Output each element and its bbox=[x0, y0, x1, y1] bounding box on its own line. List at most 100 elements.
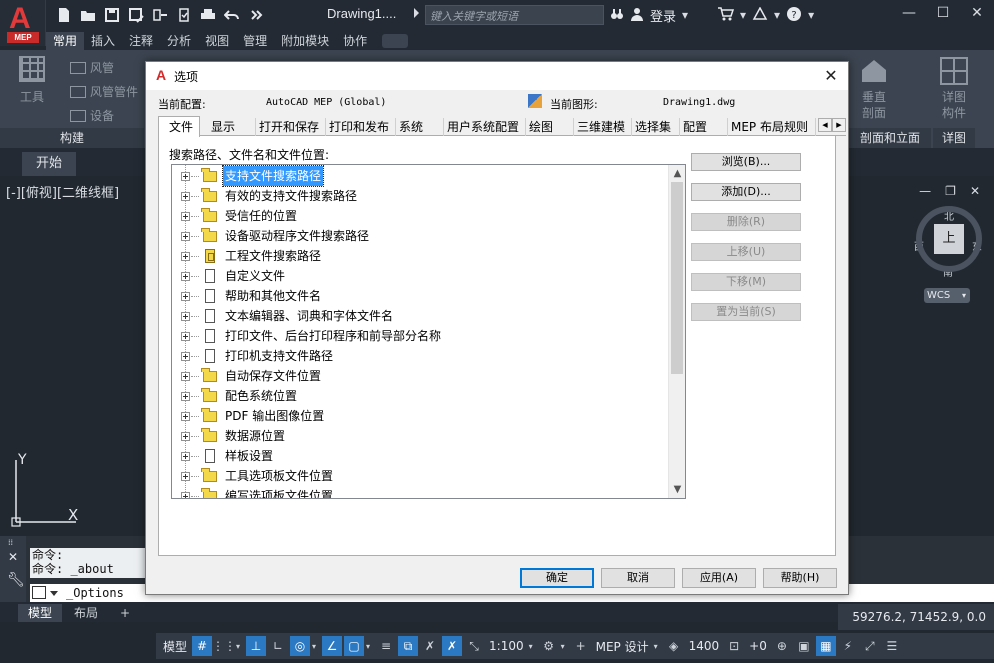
elevation-value[interactable]: 1400 bbox=[686, 639, 723, 653]
transparency-icon[interactable]: ⧉ bbox=[398, 636, 419, 656]
viewport-controls-label[interactable]: [-][俯视][二维线框] bbox=[6, 182, 119, 201]
add-layout-button[interactable]: + bbox=[110, 604, 140, 622]
tab-drafting[interactable]: 绘图 bbox=[526, 118, 574, 136]
save-icon[interactable] bbox=[102, 5, 122, 25]
snap-mode-icon[interactable]: ⋮⋮ bbox=[212, 636, 236, 656]
set-current-button[interactable]: 置为当前(S) bbox=[691, 303, 801, 321]
tree-item[interactable]: 工具选项板文件位置 bbox=[172, 466, 670, 486]
move-down-button[interactable]: 下移(M) bbox=[691, 273, 801, 291]
expand-plus-icon[interactable] bbox=[181, 292, 190, 301]
tab-selection[interactable]: 选择集 bbox=[632, 118, 680, 136]
tab-profiles[interactable]: 配置 bbox=[680, 118, 728, 136]
expand-plus-icon[interactable] bbox=[181, 272, 190, 281]
ok-button[interactable]: 确定 bbox=[520, 568, 594, 588]
scale-dropdown-icon[interactable]: ▾ bbox=[529, 642, 537, 651]
customize-wrench-icon[interactable]: 🔧︎ bbox=[7, 572, 25, 588]
tab-display[interactable]: 显示 bbox=[208, 118, 256, 136]
minimize-icon[interactable]: — bbox=[900, 4, 918, 22]
ribbon-tab-annotate[interactable]: 注释 bbox=[122, 32, 160, 50]
scroll-thumb[interactable] bbox=[671, 182, 683, 374]
lineweight-icon[interactable]: ≡ bbox=[376, 636, 396, 656]
tab-scroll-left-icon[interactable]: ◀ bbox=[818, 118, 832, 132]
plot-icon[interactable] bbox=[198, 5, 218, 25]
ortho-icon[interactable]: ∟ bbox=[268, 636, 288, 656]
polar-dropdown-icon[interactable]: ▾ bbox=[312, 642, 320, 651]
search-input[interactable]: 键入关键字或短语 bbox=[425, 5, 604, 25]
workspace-switch-dropdown-icon[interactable]: ▾ bbox=[654, 642, 662, 651]
connect-icon[interactable] bbox=[752, 5, 768, 24]
tree-item[interactable]: 自定义文件 bbox=[172, 266, 670, 286]
dialog-close-button[interactable]: ✕ bbox=[820, 65, 842, 87]
duct-button[interactable]: 风管 bbox=[70, 56, 138, 80]
expand-plus-icon[interactable] bbox=[181, 172, 190, 181]
tree-item[interactable]: 配色系统位置 bbox=[172, 386, 670, 406]
viewcube[interactable]: 上 bbox=[916, 206, 982, 272]
expand-plus-icon[interactable] bbox=[181, 452, 190, 461]
tree-item[interactable]: 文本编辑器、词典和字体文件名 bbox=[172, 306, 670, 326]
tree-item[interactable]: PDF 输出图像位置 bbox=[172, 406, 670, 426]
clean-screen-toggle-icon[interactable]: ▦ bbox=[815, 636, 836, 656]
tab-plot-publish[interactable]: 打印和发布 bbox=[326, 118, 396, 136]
expand-plus-icon[interactable] bbox=[181, 352, 190, 361]
isodraft-icon[interactable]: ∠ bbox=[322, 636, 343, 656]
tree-scrollbar[interactable]: ▲ ▼ bbox=[668, 165, 685, 498]
more-icon[interactable] bbox=[246, 5, 266, 25]
undo-icon[interactable] bbox=[222, 5, 242, 25]
expand-plus-icon[interactable] bbox=[181, 192, 190, 201]
login-button[interactable]: 登录 bbox=[650, 6, 676, 25]
infer-constraints-icon[interactable]: ⊥ bbox=[246, 636, 267, 656]
osnap-dropdown-icon[interactable]: ▾ bbox=[366, 642, 374, 651]
snap-dropdown-icon[interactable]: ▾ bbox=[236, 642, 244, 651]
connect-dropdown-icon[interactable]: ▾ bbox=[774, 8, 780, 22]
open-from-web-icon[interactable] bbox=[150, 5, 170, 25]
close-icon[interactable]: ✕ bbox=[968, 4, 986, 22]
expand-plus-icon[interactable] bbox=[181, 332, 190, 341]
grip-icon[interactable]: ⁞⁞ bbox=[8, 538, 13, 547]
binoculars-icon[interactable] bbox=[610, 7, 624, 24]
ribbon-tab-addins[interactable]: 附加模块 bbox=[274, 32, 336, 50]
move-up-button[interactable]: 上移(U) bbox=[691, 243, 801, 261]
detail-component-button[interactable]: 详图构件 bbox=[937, 56, 971, 121]
new-file-icon[interactable] bbox=[54, 5, 74, 25]
coordinates-readout[interactable]: 59276.2, 71452.9, 0.0 bbox=[838, 604, 994, 630]
tree-item[interactable]: 打印文件、后台打印程序和前导部分名称 bbox=[172, 326, 670, 346]
expand-plus-icon[interactable] bbox=[181, 212, 190, 221]
equipment-button[interactable]: 设备 bbox=[70, 104, 138, 128]
offset-value[interactable]: +0 bbox=[746, 639, 770, 653]
help-dropdown-icon[interactable]: ▾ bbox=[808, 8, 814, 22]
hardware-acceleration-icon[interactable]: ▣ bbox=[794, 636, 814, 656]
quick-properties-icon[interactable]: ⚡ bbox=[838, 636, 858, 656]
expand-plus-icon[interactable] bbox=[181, 392, 190, 401]
annotation-monitor-icon[interactable]: + bbox=[571, 636, 591, 656]
tab-layout[interactable]: 布局 bbox=[64, 604, 108, 622]
elevation-icon[interactable]: ◈ bbox=[664, 636, 684, 656]
dialog-title-bar[interactable]: A 选项 ✕ bbox=[146, 62, 848, 90]
panel-detail-title[interactable]: 详图 bbox=[933, 128, 975, 148]
command-line-handle[interactable]: ⁞⁞ ✕ 🔧︎ bbox=[0, 536, 26, 602]
expand-plus-icon[interactable] bbox=[181, 312, 190, 321]
application-menu-button[interactable]: A MEP bbox=[0, 0, 46, 46]
scroll-up-icon[interactable]: ▲ bbox=[669, 165, 685, 182]
tab-mep-layout-rules[interactable]: MEP 布局规则 bbox=[728, 118, 816, 136]
isolate-objects-icon[interactable]: ⊕ bbox=[772, 636, 792, 656]
tree-item[interactable]: 自动保存文件位置 bbox=[172, 366, 670, 386]
tree-item[interactable]: 帮助和其他文件名 bbox=[172, 286, 670, 306]
expand-plus-icon[interactable] bbox=[181, 232, 190, 241]
vertical-section-button[interactable]: 垂直剖面 bbox=[859, 56, 889, 121]
ribbon-tab-insert[interactable]: 插入 bbox=[84, 32, 122, 50]
save-to-web-icon[interactable] bbox=[174, 5, 194, 25]
model-space-toggle[interactable]: 模型 bbox=[160, 638, 190, 655]
viewport-minimize-icon[interactable]: — bbox=[919, 184, 931, 198]
viewport-close-icon[interactable]: ✕ bbox=[970, 184, 980, 198]
save-as-icon[interactable] bbox=[126, 5, 146, 25]
panel-section-title[interactable]: 剖面和立面 bbox=[849, 128, 931, 148]
panel-build-title[interactable]: 构建 bbox=[0, 128, 144, 148]
expand-plus-icon[interactable] bbox=[181, 252, 190, 261]
file-tab-start[interactable]: 开始 bbox=[22, 152, 77, 176]
login-dropdown-icon[interactable]: ▾ bbox=[682, 8, 712, 22]
annotation-visibility-icon[interactable]: ✗ bbox=[442, 636, 463, 656]
tab-files[interactable]: 文件 bbox=[158, 116, 200, 137]
command-prompt-icon[interactable] bbox=[32, 586, 46, 599]
file-paths-tree[interactable]: 支持文件搜索路径 有效的支持文件搜索路径 受信任的位置 设备驱动程序文件搜索路径 工程文… bbox=[171, 164, 686, 499]
auto-scale-icon[interactable]: ⤡ bbox=[464, 636, 484, 656]
